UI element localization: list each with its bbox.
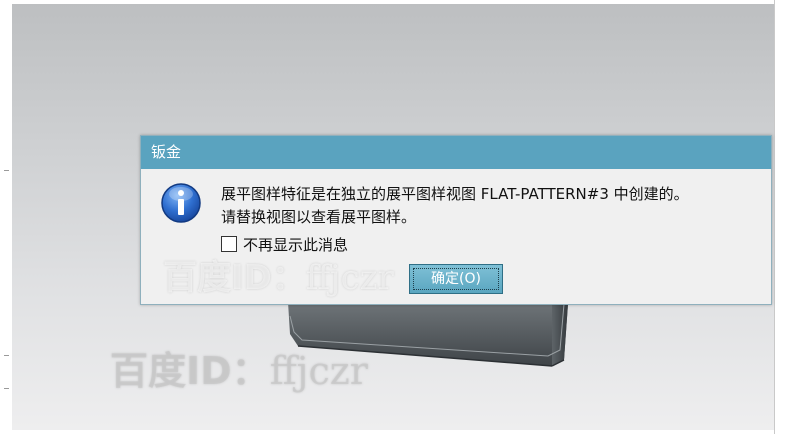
watermark: 百度ID：ffjczr [163, 258, 394, 298]
dialog-message: 展平图样特征是在独立的展平图样视图 FLAT-PATTERN#3 中创建的。 请… [221, 183, 689, 229]
edge-tick [4, 355, 9, 356]
ok-button-label: 确定(O) [431, 271, 481, 287]
message-line-1: 展平图样特征是在独立的展平图样视图 FLAT-PATTERN#3 中创建的。 [221, 185, 689, 203]
right-window-edge [774, 0, 787, 434]
dialog-title: 钣金 [141, 136, 771, 169]
edge-tick [4, 170, 9, 171]
edge-tick [4, 388, 9, 389]
ok-button[interactable]: 确定(O) [409, 264, 503, 294]
watermark: 百度ID：ffjczr [110, 349, 368, 393]
message-line-2: 请替换视图以查看展平图样。 [221, 208, 417, 226]
info-icon [161, 183, 201, 223]
left-window-edge [0, 0, 12, 434]
